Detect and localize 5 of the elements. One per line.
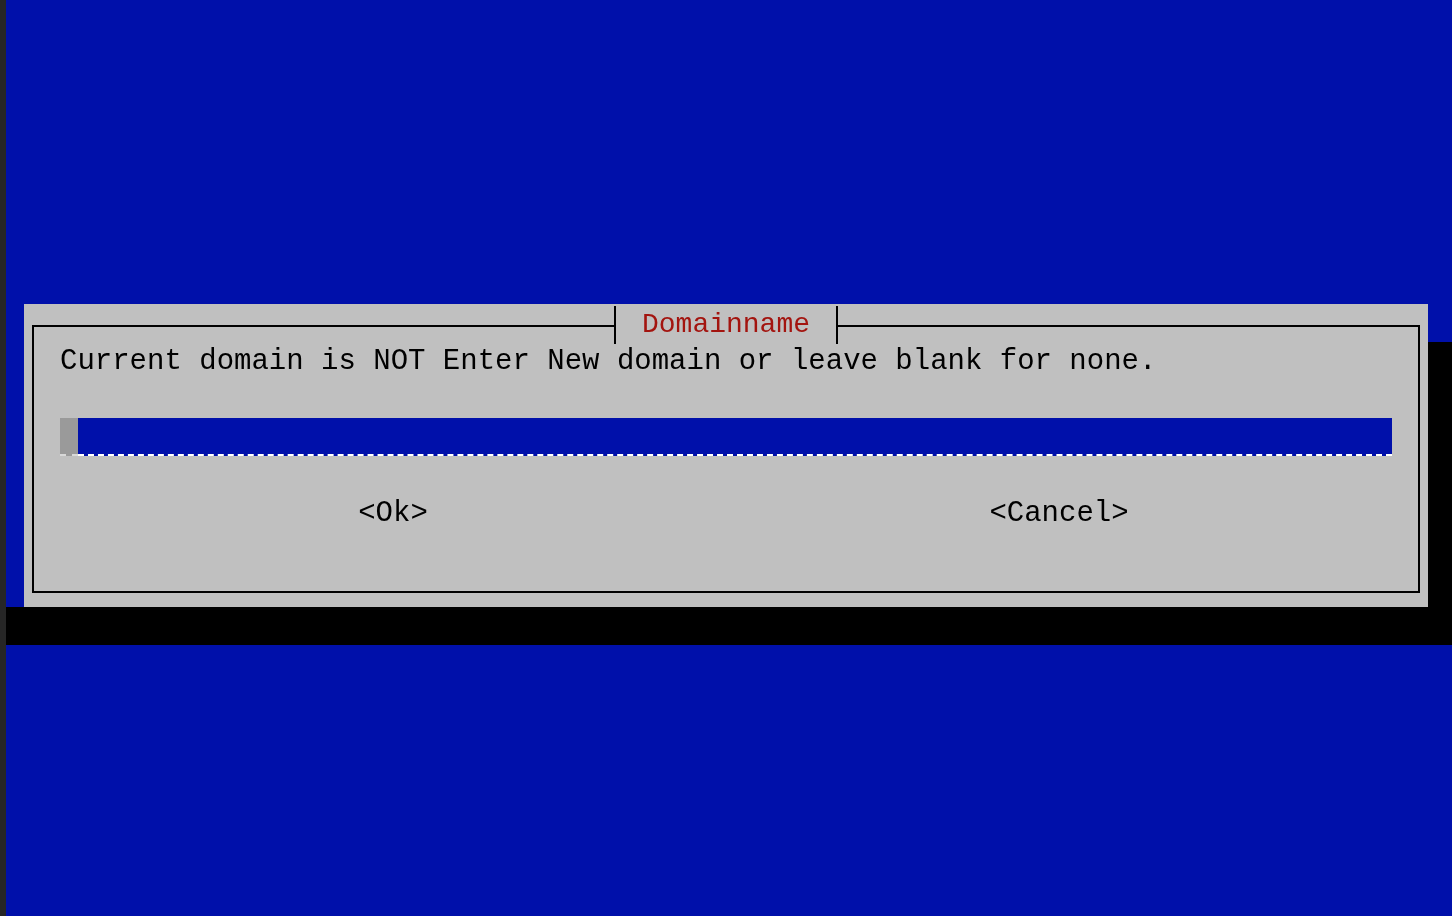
dialog-button[interactable]: <Ok> (358, 496, 428, 532)
dialog-button[interactable]: <Cancel> (989, 496, 1129, 532)
dialog-title: Domainname (614, 306, 838, 344)
input-field[interactable] (60, 418, 1392, 456)
dialog-message: Current domain is NOT Enter New domain or leave blank for none. (60, 344, 1158, 380)
